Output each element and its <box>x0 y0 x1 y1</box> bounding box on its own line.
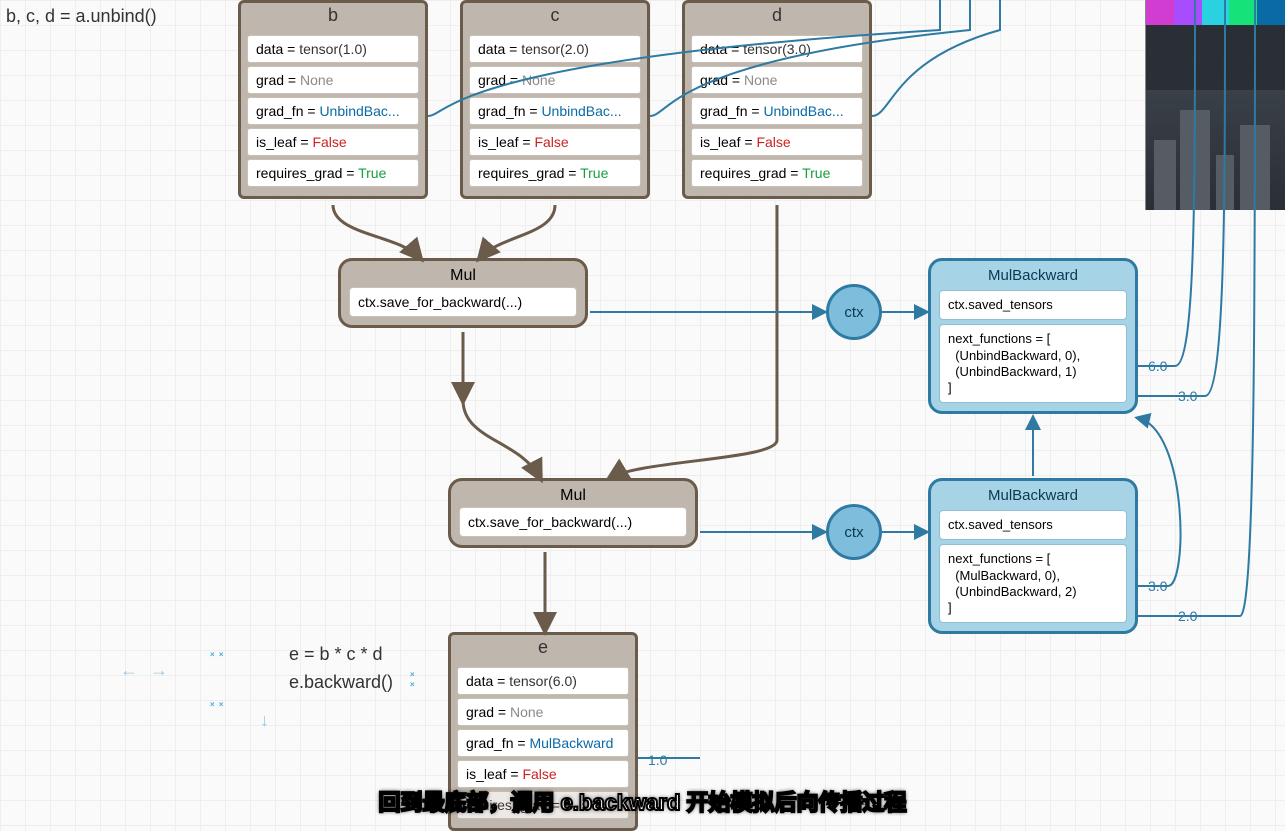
tensor-b-requires: requires_grad = True <box>247 159 419 187</box>
tensor-b-gradfn: grad_fn = UnbindBac... <box>247 97 419 125</box>
mulbackward-1-title: MulBackward <box>939 265 1127 286</box>
tensor-b-grad: grad = None <box>247 66 419 94</box>
tensor-d-grad: grad = None <box>691 66 863 94</box>
edge-label-2: 2.0 <box>1178 608 1197 624</box>
tensor-d-data: data = tensor(3.0) <box>691 35 863 63</box>
tensor-b-title: b <box>241 3 425 28</box>
webcam-overlay <box>1145 0 1285 210</box>
mulbackward-1-saved: ctx.saved_tensors <box>939 290 1127 320</box>
ctx-node-1: ctx <box>826 284 882 340</box>
tensor-e-grad: grad = None <box>457 698 629 726</box>
edge-label-3a: 3.0 <box>1178 388 1197 404</box>
tensor-c-grad: grad = None <box>469 66 641 94</box>
selection-handles: × × × × × × ← → ↓ <box>180 650 300 720</box>
code-backward: e.backward() <box>289 672 393 693</box>
tensor-d-isleaf: is_leaf = False <box>691 128 863 156</box>
tensor-d-title: d <box>685 3 869 28</box>
video-subtitle: 回到最底部，调用 e.backward 开始模拟后向传播过程 <box>378 785 906 817</box>
mulbackward-2-saved: ctx.saved_tensors <box>939 510 1127 540</box>
op-mul-1-body: ctx.save_for_backward(...) <box>349 287 577 317</box>
tensor-e-data: data = tensor(6.0) <box>457 667 629 695</box>
tensor-d-box: d data = tensor(3.0) grad = None grad_fn… <box>682 0 872 199</box>
mulbackward-2-next: next_functions = [ (MulBackward, 0), (Un… <box>939 544 1127 623</box>
mulbackward-2-title: MulBackward <box>939 485 1127 506</box>
tensor-c-requires: requires_grad = True <box>469 159 641 187</box>
op-mul-2: Mul ctx.save_for_backward(...) <box>448 478 698 548</box>
tensor-c-box: c data = tensor(2.0) grad = None grad_fn… <box>460 0 650 199</box>
edge-label-1: 1.0 <box>648 752 667 768</box>
tensor-e-gradfn: grad_fn = MulBackward <box>457 729 629 757</box>
tensor-c-data: data = tensor(2.0) <box>469 35 641 63</box>
op-mul-2-title: Mul <box>459 485 687 507</box>
tensor-d-requires: requires_grad = True <box>691 159 863 187</box>
tensor-b-isleaf: is_leaf = False <box>247 128 419 156</box>
tensor-e-isleaf: is_leaf = False <box>457 760 629 788</box>
tensor-c-title: c <box>463 3 647 28</box>
edge-label-6: 6.0 <box>1148 358 1167 374</box>
tensor-c-gradfn: grad_fn = UnbindBac... <box>469 97 641 125</box>
tensor-d-gradfn: grad_fn = UnbindBac... <box>691 97 863 125</box>
op-mul-1: Mul ctx.save_for_backward(...) <box>338 258 588 328</box>
op-mul-2-body: ctx.save_for_backward(...) <box>459 507 687 537</box>
code-unbind: b, c, d = a.unbind() <box>6 6 157 27</box>
tensor-e-title: e <box>451 635 635 660</box>
op-mul-1-title: Mul <box>349 265 577 287</box>
code-expr: e = b * c * d <box>289 644 383 665</box>
edge-label-3b: 3.0 <box>1148 578 1167 594</box>
mulbackward-1: MulBackward ctx.saved_tensors next_funct… <box>928 258 1138 414</box>
ctx-node-2: ctx <box>826 504 882 560</box>
tensor-b-box: b data = tensor(1.0) grad = None grad_fn… <box>238 0 428 199</box>
mulbackward-2: MulBackward ctx.saved_tensors next_funct… <box>928 478 1138 634</box>
tensor-c-isleaf: is_leaf = False <box>469 128 641 156</box>
mulbackward-1-next: next_functions = [ (UnbindBackward, 0), … <box>939 324 1127 403</box>
tensor-b-data: data = tensor(1.0) <box>247 35 419 63</box>
